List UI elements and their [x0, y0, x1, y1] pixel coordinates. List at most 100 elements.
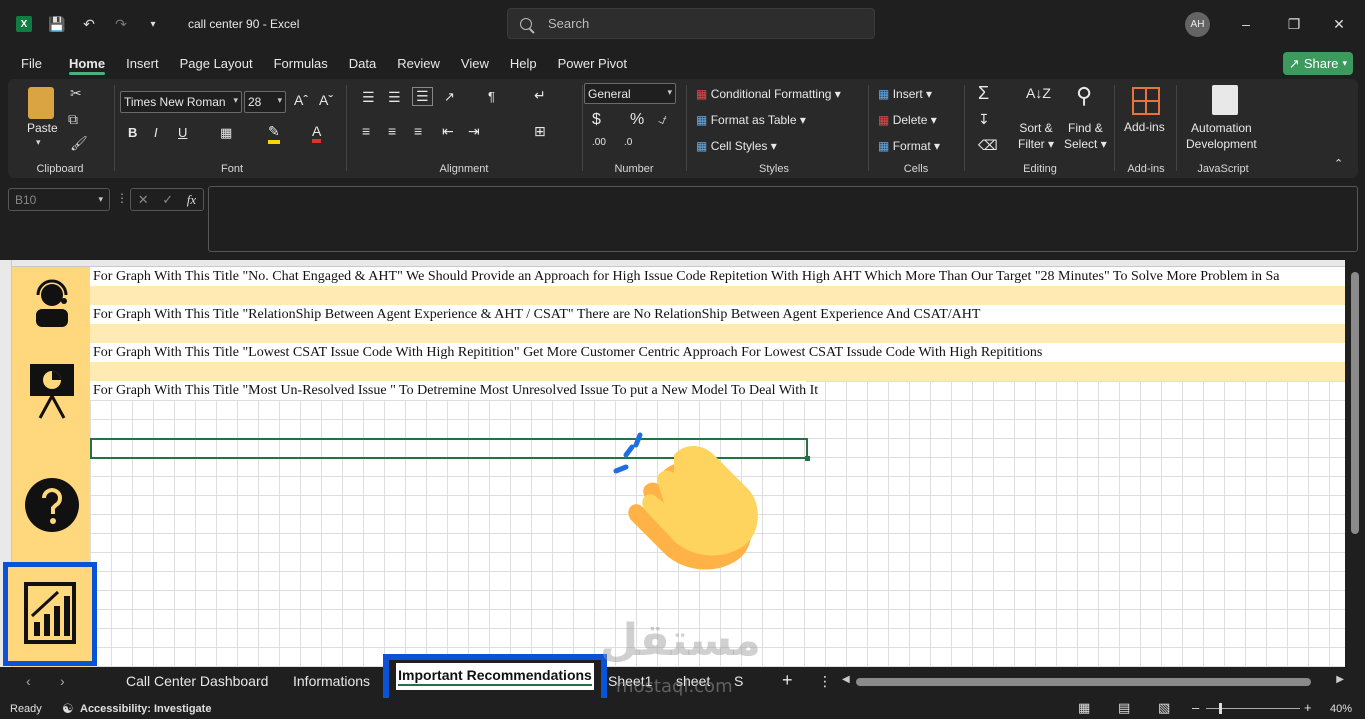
- comma-icon[interactable]: ⍻: [658, 111, 667, 129]
- customize-toolbar-icon[interactable]: ▾: [144, 15, 162, 33]
- scroll-right-icon[interactable]: ▶: [1336, 674, 1344, 685]
- find-select-button[interactable]: Find & Select ▾: [1064, 120, 1107, 152]
- align-left-icon[interactable]: ≡: [362, 123, 370, 139]
- restore-icon[interactable]: ❐: [1284, 14, 1304, 34]
- insert-function-icon[interactable]: fx: [187, 192, 196, 208]
- automation-button[interactable]: Automation Development: [1186, 120, 1257, 152]
- italic-icon[interactable]: I: [154, 125, 158, 140]
- increase-indent-icon[interactable]: ⇥: [468, 123, 480, 140]
- enter-icon[interactable]: ✓: [162, 192, 173, 208]
- tab-view[interactable]: View: [452, 48, 498, 78]
- increase-font-icon[interactable]: Aˆ: [294, 92, 308, 108]
- decrease-decimal-icon[interactable]: .0: [624, 137, 632, 148]
- font-color-icon[interactable]: A: [312, 123, 322, 143]
- page-break-icon[interactable]: ▧: [1158, 700, 1170, 716]
- chevron-down-icon[interactable]: ▾: [98, 194, 103, 205]
- bold-icon[interactable]: B: [128, 125, 137, 140]
- autosum-icon[interactable]: Σ: [978, 83, 989, 104]
- prev-sheet-icon[interactable]: ‹: [26, 673, 31, 689]
- formula-input[interactable]: [208, 186, 1358, 252]
- clear-icon[interactable]: ⌫: [978, 137, 998, 154]
- chevron-down-icon[interactable]: ▾: [36, 137, 41, 148]
- align-middle-icon[interactable]: ☰: [388, 89, 401, 106]
- decrease-indent-icon[interactable]: ⇤: [442, 123, 454, 140]
- font-family-select[interactable]: Times New Roman ▾: [120, 91, 242, 113]
- align-center-icon[interactable]: ≡: [388, 123, 396, 139]
- underline-icon[interactable]: U: [178, 125, 187, 140]
- find-select-icon[interactable]: ⚲: [1076, 83, 1092, 109]
- cancel-icon[interactable]: ✕: [138, 192, 149, 208]
- normal-view-icon[interactable]: ▦: [1078, 700, 1090, 716]
- fill-icon[interactable]: ↧: [978, 111, 990, 128]
- horizontal-scrollbar[interactable]: ◀ ▶: [838, 674, 1346, 689]
- tab-file[interactable]: File: [12, 48, 51, 78]
- percent-icon[interactable]: %: [630, 111, 644, 129]
- wrap-text-icon[interactable]: ↵: [534, 87, 546, 104]
- tab-power-pivot[interactable]: Power Pivot: [549, 48, 636, 78]
- currency-icon[interactable]: $: [592, 111, 601, 129]
- vertical-scrollbar[interactable]: [1345, 260, 1365, 667]
- save-icon[interactable]: 💾: [48, 15, 66, 33]
- format-painter-icon[interactable]: 🖌: [70, 135, 88, 152]
- next-sheet-icon[interactable]: ›: [60, 673, 65, 689]
- align-bottom-icon[interactable]: ☰: [412, 87, 433, 106]
- tab-review[interactable]: Review: [388, 48, 449, 78]
- close-icon[interactable]: ✕: [1329, 14, 1349, 34]
- sheet-tab[interactable]: Call Center Dashboard: [126, 673, 268, 689]
- accessibility-icon[interactable]: ☯: [62, 701, 74, 717]
- more-icon[interactable]: ⋮: [116, 191, 128, 205]
- orientation-icon[interactable]: ↗: [444, 89, 455, 105]
- font-size-select[interactable]: 28 ▾: [244, 91, 286, 113]
- addins-button[interactable]: Add-ins: [1124, 120, 1165, 134]
- page-layout-icon[interactable]: ▤: [1118, 700, 1130, 716]
- undo-icon[interactable]: ↶: [80, 15, 98, 33]
- align-top-icon[interactable]: ☰: [362, 89, 375, 106]
- redo-icon[interactable]: ↷: [112, 15, 130, 33]
- name-box[interactable]: B10 ▾: [8, 188, 110, 211]
- collapse-ribbon-icon[interactable]: ⌃: [1334, 157, 1343, 170]
- number-format-select[interactable]: General ▾: [584, 83, 676, 104]
- paste-icon[interactable]: [28, 87, 54, 119]
- zoom-level[interactable]: 40%: [1330, 703, 1352, 715]
- sheet-tab[interactable]: S: [734, 673, 743, 689]
- text-direction-icon[interactable]: ¶: [488, 89, 495, 104]
- decrease-font-icon[interactable]: Aˇ: [319, 92, 333, 108]
- avatar[interactable]: AH: [1185, 12, 1210, 37]
- sheet-tab-active[interactable]: Important Recommendations: [396, 663, 594, 690]
- bar-chart-icon[interactable]: [18, 578, 82, 648]
- vertical-scroll-thumb[interactable]: [1351, 272, 1359, 534]
- paste-button[interactable]: Paste: [27, 121, 58, 135]
- search-box[interactable]: Search: [507, 8, 875, 39]
- add-sheet-icon[interactable]: +: [782, 670, 793, 691]
- sheet-tab[interactable]: Informations: [293, 673, 370, 689]
- tab-page-layout[interactable]: Page Layout: [171, 48, 262, 78]
- cell-styles-button[interactable]: ▦ Cell Styles ▾: [696, 139, 777, 153]
- scroll-left-icon[interactable]: ◀: [842, 674, 850, 685]
- presentation-chart-icon[interactable]: [20, 358, 84, 424]
- increase-decimal-icon[interactable]: .00: [592, 137, 606, 148]
- minimize-icon[interactable]: –: [1236, 14, 1256, 34]
- delete-cells-button[interactable]: ▦ Delete ▾: [878, 113, 937, 127]
- zoom-out-icon[interactable]: –: [1192, 700, 1199, 715]
- format-cells-button[interactable]: ▦ Format ▾: [878, 139, 940, 153]
- cut-icon[interactable]: ✂: [70, 85, 82, 102]
- accessibility-status[interactable]: Accessibility: Investigate: [80, 703, 211, 715]
- zoom-in-icon[interactable]: +: [1304, 700, 1312, 715]
- copy-icon[interactable]: ⧉: [68, 111, 78, 128]
- share-button[interactable]: ↗ Share ▾: [1283, 52, 1353, 75]
- more-sheets-icon[interactable]: ⋮: [818, 673, 832, 690]
- merge-center-icon[interactable]: ⊞: [534, 123, 546, 140]
- column-headers[interactable]: [0, 260, 1345, 267]
- script-icon[interactable]: [1212, 85, 1238, 115]
- sort-filter-icon[interactable]: A↓Z: [1026, 85, 1051, 101]
- tab-data[interactable]: Data: [340, 48, 385, 78]
- borders-icon[interactable]: ▦: [220, 125, 232, 141]
- tab-home[interactable]: Home: [60, 48, 114, 78]
- agent-icon[interactable]: [20, 275, 84, 335]
- fill-color-icon[interactable]: ✎: [268, 123, 280, 144]
- tab-help[interactable]: Help: [501, 48, 546, 78]
- conditional-formatting-button[interactable]: ▦ Conditional Formatting ▾: [696, 87, 841, 101]
- horizontal-scroll-thumb[interactable]: [856, 678, 1311, 686]
- tab-formulas[interactable]: Formulas: [265, 48, 337, 78]
- align-right-icon[interactable]: ≡: [414, 123, 422, 139]
